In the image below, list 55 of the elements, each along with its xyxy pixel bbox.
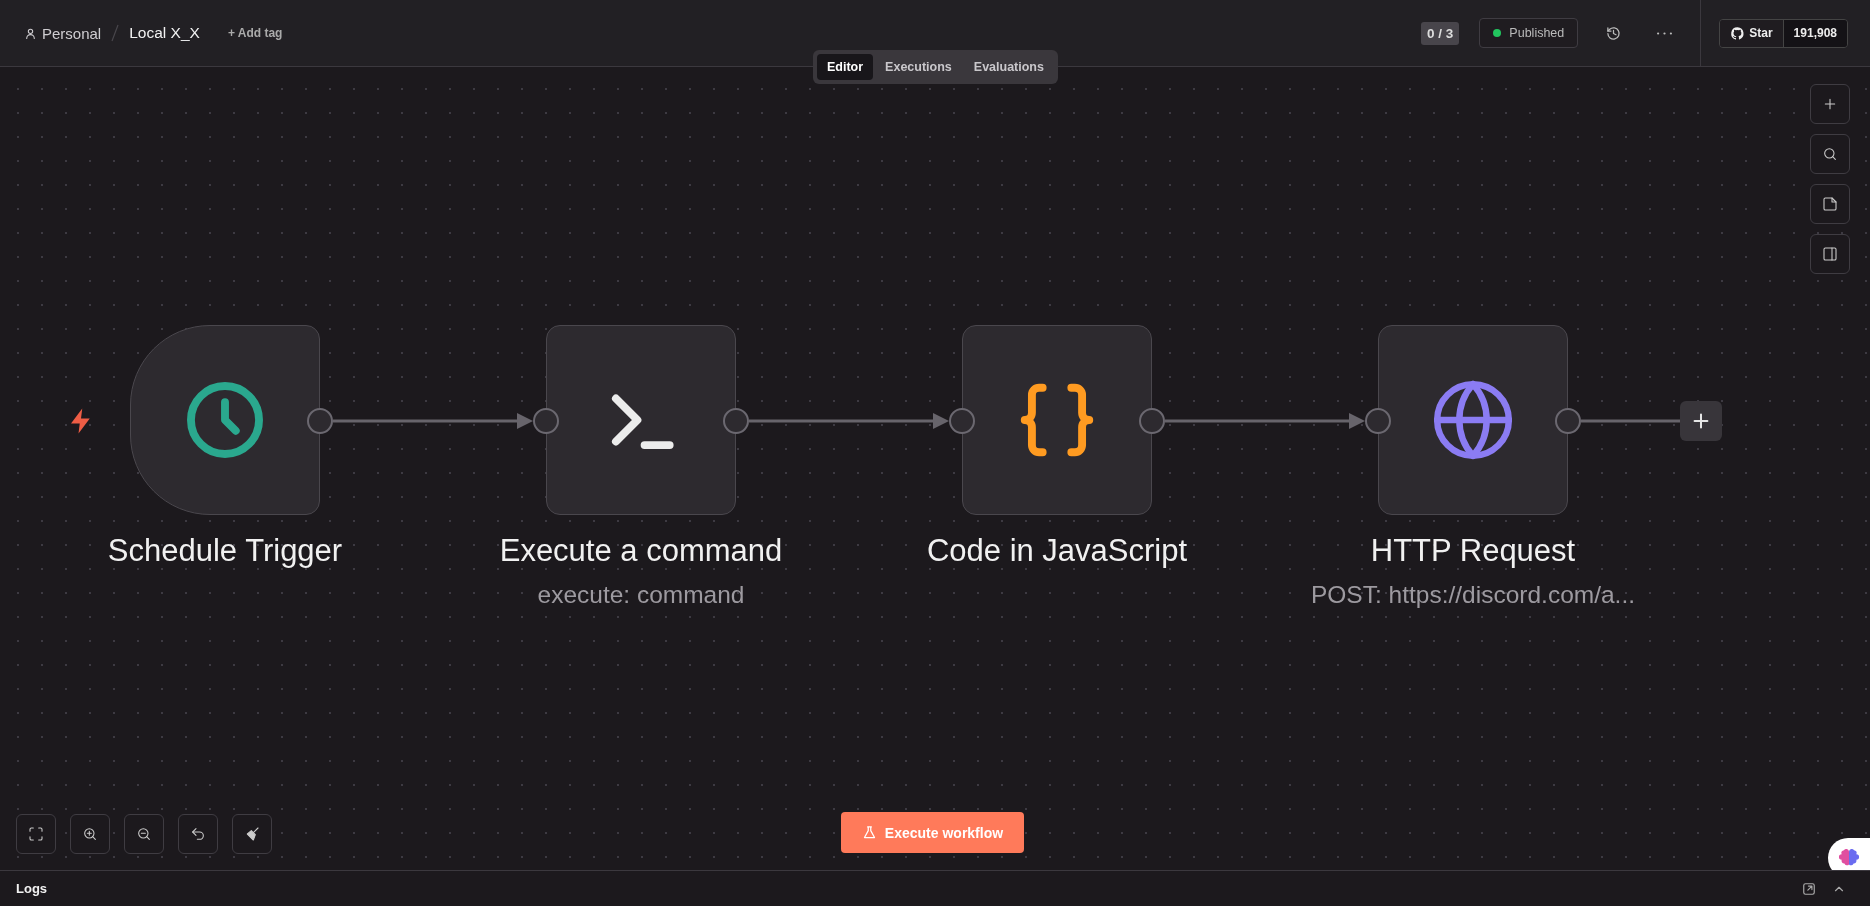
user-icon	[24, 26, 37, 40]
broom-icon	[244, 826, 260, 842]
zoom-out-icon	[136, 826, 152, 842]
star-button[interactable]: Star	[1720, 19, 1783, 47]
fit-view-icon	[28, 826, 44, 842]
slash-separator-icon	[111, 24, 120, 42]
panel-button[interactable]	[1810, 234, 1850, 274]
workflow-node[interactable]	[546, 325, 736, 515]
output-handle[interactable]	[307, 408, 333, 434]
star-count: 191,908	[1782, 19, 1847, 47]
octocat-icon	[1730, 25, 1746, 41]
history-icon	[1606, 25, 1622, 41]
tab[interactable]: Executions	[875, 54, 962, 80]
input-handle[interactable]	[533, 408, 559, 434]
search-icon	[1822, 146, 1838, 162]
node-title: Schedule Trigger	[107, 533, 343, 569]
logs-title[interactable]: Logs	[16, 881, 1788, 896]
input-handle[interactable]	[949, 408, 975, 434]
project-link[interactable]: Personal	[24, 24, 102, 42]
search-button[interactable]	[1810, 134, 1850, 174]
undo-icon	[190, 826, 206, 842]
tab[interactable]: Evaluations	[963, 54, 1054, 80]
output-handle[interactable]	[1139, 408, 1165, 434]
zoom-in-icon	[82, 826, 98, 842]
publish-button[interactable]: Published	[1479, 18, 1579, 48]
tidy-up-button[interactable]	[232, 814, 272, 854]
counter-badge: 0 / 3	[1421, 21, 1460, 45]
add-tag-button[interactable]: + Add tag	[221, 25, 289, 41]
plus-icon	[1822, 96, 1838, 112]
add-button[interactable]	[1810, 84, 1850, 124]
output-handle[interactable]	[1555, 408, 1581, 434]
node-title: Execute a command	[499, 533, 783, 569]
flask-icon	[861, 825, 877, 840]
more-icon	[1657, 31, 1673, 35]
workflow-name[interactable]: Local X_X	[129, 24, 200, 42]
tab[interactable]: Editor	[817, 54, 874, 80]
workflow-node[interactable]	[1378, 325, 1568, 515]
output-handle[interactable]	[723, 408, 749, 434]
assistant-button[interactable]	[1828, 838, 1870, 870]
node-subtitle: POST: https://discord.com/a...	[1310, 581, 1636, 609]
note-icon	[1822, 196, 1838, 212]
add-node-button[interactable]	[1680, 401, 1722, 441]
workflow-node[interactable]	[962, 325, 1152, 515]
fit-view-button[interactable]	[16, 814, 56, 854]
sticky-note-button[interactable]	[1810, 184, 1850, 224]
reset-zoom-button[interactable]	[178, 814, 218, 854]
panel-icon	[1822, 246, 1838, 262]
input-handle[interactable]	[1365, 408, 1391, 434]
zoom-out-button[interactable]	[124, 814, 164, 854]
pop-out-icon	[1802, 881, 1816, 896]
zoom-in-button[interactable]	[70, 814, 110, 854]
node-subtitle: execute: command	[537, 581, 745, 609]
trigger-node[interactable]	[130, 325, 320, 515]
node-title: HTTP Request	[1370, 533, 1576, 569]
node-title: Code in JavaScript	[926, 533, 1188, 569]
